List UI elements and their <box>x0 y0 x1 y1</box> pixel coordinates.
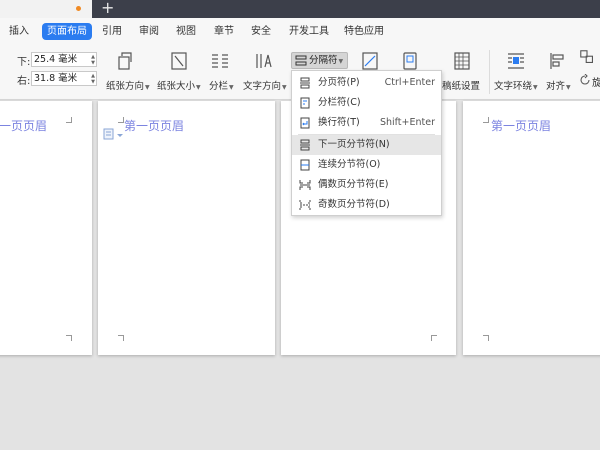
ribbon-divider <box>489 50 490 94</box>
tab-insert[interactable]: 插入 <box>9 23 29 40</box>
rotate-label[interactable]: 旋 <box>592 74 600 89</box>
menu-item-continuous-section[interactable]: 连续分节符(O) <box>292 155 441 175</box>
page-header-text[interactable]: 第一页页眉 <box>0 117 47 134</box>
grid-settings-button[interactable]: 稿纸设置 <box>441 48 483 98</box>
menu-item-odd-page-section[interactable]: 奇数页分节符(D) <box>292 195 441 215</box>
columns-button[interactable]: 分栏▼ <box>207 48 239 98</box>
separator-icon <box>295 55 307 66</box>
page-border-icon[interactable] <box>361 52 379 70</box>
spinner-icon[interactable]: ▲ ▼ <box>91 73 95 85</box>
corner-mark <box>431 335 437 341</box>
corner-mark <box>118 117 124 123</box>
menu-item-line-break[interactable]: 换行符(T) Shift+Enter <box>292 113 441 133</box>
paper-size-label: 纸张大小▼ <box>157 81 201 92</box>
odd-page-section-icon <box>299 200 311 210</box>
menu-bar: 插入 页面布局 引用 审阅 视图 章节 安全 开发工具 特色应用 <box>0 18 600 44</box>
document-page-1[interactable]: 第一页页眉 <box>0 101 92 355</box>
even-page-section-icon <box>299 180 311 190</box>
tab-features[interactable]: 特色应用 <box>344 23 384 40</box>
continuous-section-icon <box>300 159 310 171</box>
tab-security[interactable]: 安全 <box>251 23 271 40</box>
grid-settings-label: 稿纸设置 <box>442 81 481 92</box>
corner-mark <box>483 117 489 123</box>
rotate-icon[interactable] <box>579 74 591 86</box>
text-wrap-button[interactable]: 文字环绕▼ <box>493 48 541 98</box>
page-header-text[interactable]: 第一页页眉 <box>124 117 184 134</box>
text-direction-icon <box>256 54 272 68</box>
tab-developer[interactable]: 开发工具 <box>289 23 329 40</box>
column-break-icon <box>300 97 310 109</box>
spinner-icon[interactable]: ▲ ▼ <box>91 54 95 66</box>
document-page-2[interactable]: 第一页页眉 <box>98 101 275 355</box>
align-label: 对齐▼ <box>546 81 571 92</box>
menu-item-even-page-section[interactable]: 偶数页分节符(E) <box>292 175 441 195</box>
text-direction-label: 文字方向▼ <box>243 81 287 92</box>
columns-label: 分栏▼ <box>209 81 234 92</box>
tab-references[interactable]: 引用 <box>102 23 122 40</box>
tab-view[interactable]: 视图 <box>176 23 196 40</box>
columns-icon <box>212 54 228 68</box>
document-page-4[interactable]: 第一页页眉 <box>463 101 600 355</box>
text-direction-button[interactable]: 文字方向▼ <box>242 48 290 98</box>
separator-button[interactable]: 分隔符▼ <box>291 52 348 69</box>
separator-dropdown-menu: 分页符(P) Ctrl+Enter 分栏符(C) 换行符(T) Shift+En… <box>291 70 442 216</box>
unsaved-dot-icon <box>76 6 81 11</box>
align-button[interactable]: 对齐▼ <box>544 48 576 98</box>
paper-size-button[interactable]: 纸张大小▼ <box>156 48 204 98</box>
margin-right-input[interactable]: 31.8 毫米 ▲ ▼ <box>31 71 97 86</box>
page-background-icon[interactable] <box>401 52 419 70</box>
title-bar: + <box>0 0 600 18</box>
menu-item-next-page-section[interactable]: 下一页分节符(N) <box>292 135 441 155</box>
text-wrap-label: 文字环绕▼ <box>494 81 538 92</box>
menu-item-column-break[interactable]: 分栏符(C) <box>292 93 441 113</box>
corner-mark <box>118 335 124 341</box>
grid-paper-icon <box>454 52 470 70</box>
tab-review[interactable]: 审阅 <box>139 23 159 40</box>
margin-bottom-input[interactable]: 25.4 毫米 ▲ ▼ <box>31 52 97 67</box>
margin-bottom-value: 25.4 毫米 <box>34 54 78 65</box>
orientation-icon <box>118 52 132 70</box>
orientation-label: 纸张方向▼ <box>106 81 150 92</box>
corner-mark <box>66 117 72 123</box>
tab-strip <box>92 0 600 18</box>
page-break-icon <box>300 77 310 89</box>
next-page-section-icon <box>300 139 310 151</box>
orientation-button[interactable]: 纸张方向▼ <box>104 48 152 98</box>
group-icon[interactable] <box>580 50 594 64</box>
new-tab-plus-icon[interactable]: + <box>101 0 114 17</box>
align-icon <box>550 53 564 69</box>
tab-page-layout[interactable]: 页面布局 <box>42 23 92 40</box>
line-break-icon <box>300 117 310 129</box>
margin-right-label: 右: <box>17 76 31 87</box>
paper-size-icon <box>171 52 187 70</box>
page-header-text[interactable]: 第一页页眉 <box>491 117 551 134</box>
margin-right-value: 31.8 毫米 <box>34 73 78 84</box>
text-wrap-icon <box>508 53 524 69</box>
margin-bottom-label: 下: <box>17 57 31 68</box>
corner-mark <box>66 335 72 341</box>
tab-chapter[interactable]: 章节 <box>214 23 234 40</box>
header-options-icon[interactable] <box>103 128 125 140</box>
menu-item-page-break[interactable]: 分页符(P) Ctrl+Enter <box>292 73 441 93</box>
corner-mark <box>483 335 489 341</box>
